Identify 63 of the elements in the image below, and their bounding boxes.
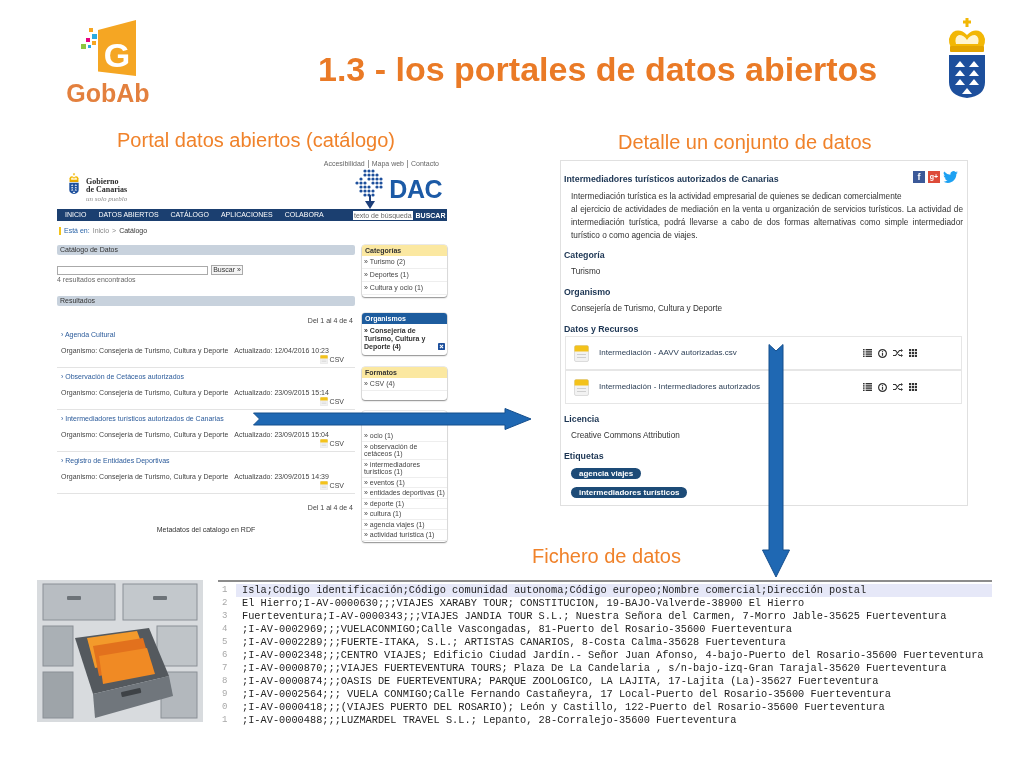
code-line: ;I-AV-0002969;;;VUELACONMIGO;Calle Vascongadas, 81-Puerto del Rosario-35600 Fuerteventura: [241, 623, 793, 636]
list-icon[interactable]: [863, 383, 872, 391]
line-number: 8: [221, 675, 229, 688]
code-line: El Hierro;I-AV-0000630;;;VIAJES XARABY TOUR; CONSTITUCION, 19-BAJO-Valverde-38900 El Hierro: [241, 597, 806, 610]
line-number: 3: [221, 610, 229, 623]
document-icon: [574, 378, 589, 396]
share-button[interactable]: f: [913, 171, 925, 183]
line-number: 5: [221, 636, 229, 649]
field-heading: Datos y Recursos: [564, 324, 639, 334]
field-value: Consejería de Turismo, Cultura y Deporte: [570, 304, 723, 314]
dataset-description: Intermediación turística es la actividad empresarial de quienes se dedican comercialmente al ejercicio de actividades de mediación en la venta u organización de servicios turísticos. La actividad de intermediación turística, podrá llevarse a cabo de dos formas alternativas como simple intermediador turístico o como agencia de viajes.: [570, 191, 963, 242]
code-line: ;I-AV-0002348;;;CENTRO VIAJES; Edificio Ciudad Jardín.- Señor Juan Afonso, 4-bajo-Puerto del Rosario-35600 Fuerteventura: [241, 649, 985, 662]
field-heading: Categoría: [564, 250, 605, 260]
code-line: ;I-AV-0000874;;;OASIS DE FUERTEVENTURA; PARQUE ZOOLOGICO, LA LAJITA, 17-Lajita (La)-35627 Fuerteventura: [241, 675, 880, 688]
resource-link[interactable]: Intermediación - AAVV autorizadas.csv: [599, 348, 737, 358]
line-number: 2: [221, 597, 229, 610]
field-heading: Organismo: [564, 287, 611, 297]
close-icon[interactable]: [438, 343, 445, 350]
site-logo: DAC: [389, 177, 442, 202]
document-icon: [319, 439, 328, 448]
code-line: ;I-AV-0000870;;;VIAJES FUERTEVENTURA TOURS; Plaza De La Candelaria , s/n-bajo-izq-Gran Tarajal-35620 Fuerteventura: [241, 662, 948, 675]
dataset-title: Intermediadores turísticos autorizados de Canarias: [564, 174, 779, 185]
search-field[interactable]: [57, 265, 208, 275]
section-caption: Portal datos abiertos (catálogo): [116, 128, 396, 152]
info-icon[interactable]: [878, 348, 887, 358]
line-number: 1: [221, 714, 229, 727]
code-line: ;I-AV-0002289;;;FUERTE-ITAKA, S.L.; ARTISTAS CANARIOS, 8-Costa Calma-35628 Fuerteventura: [241, 636, 787, 649]
shuffle-icon[interactable]: [893, 349, 903, 357]
line-number: 6: [221, 649, 229, 662]
pixel-squares-icon: [80, 28, 97, 49]
shuffle-icon[interactable]: [893, 383, 903, 391]
code-line: ;I-AV-0002564;;; VUELA CONMIGO;Calle Fernando Castañeyra, 17 Local-Puerto del Rosario-35600 Fuerteventura: [241, 688, 892, 701]
field-value: Creative Commons Attribution: [570, 431, 680, 441]
logo-mark: G: [98, 20, 136, 76]
document-icon: [319, 355, 328, 364]
code-line: Fuerteventura;I-AV-0000343;;;VIAJES JANDIA TOUR S.L.; Nuestra Señora del Carmen, 7-Morro Jable-35625 Fuerteventura: [241, 610, 948, 623]
site-name: Gobierno de Canarias: [86, 178, 128, 194]
grid-icon[interactable]: [909, 383, 917, 391]
info-icon[interactable]: [878, 382, 887, 392]
grid-icon[interactable]: [909, 349, 917, 357]
code-line: ;I-AV-0000488;;;LUZMARDEL TRAVEL S.L.; Lepanto, 28-Corralejo-35600 Fuerteventura: [241, 714, 738, 727]
resource-link[interactable]: Intermediación - Intermediadores autorizados: [599, 382, 760, 392]
logo-text: GobAb: [66, 80, 150, 106]
list-icon[interactable]: [863, 349, 872, 357]
line-number: 9: [221, 688, 229, 701]
tag-link[interactable]: agencia viajes: [571, 468, 642, 479]
line-number: 0: [221, 701, 229, 714]
code-line: ;I-AV-0000418;;;(VIAJES PUERTO DEL ROSARIO); León y Castillo, 122-Puerto del Rosario-35600 Fuerteventura: [241, 701, 886, 714]
slide-title: 1.3 - los portales de datos abiertos: [318, 49, 878, 89]
document-icon: [574, 344, 589, 362]
field-heading: Licencia: [564, 414, 600, 424]
section-caption: Fichero de datos: [532, 544, 682, 568]
line-number: 7: [221, 662, 229, 675]
bird-icon[interactable]: [943, 171, 958, 183]
tag-link[interactable]: intermediadores turísticos: [571, 487, 688, 498]
coat-of-arms-icon: [68, 173, 80, 194]
line-number: 1: [221, 584, 229, 597]
field-value: Turismo: [570, 267, 601, 277]
document-icon: [319, 481, 328, 490]
document-icon: [319, 397, 328, 406]
line-number: 4: [221, 623, 229, 636]
field-heading: Etiquetas: [564, 451, 604, 461]
section-caption: Detalle un conjunto de datos: [618, 130, 873, 154]
